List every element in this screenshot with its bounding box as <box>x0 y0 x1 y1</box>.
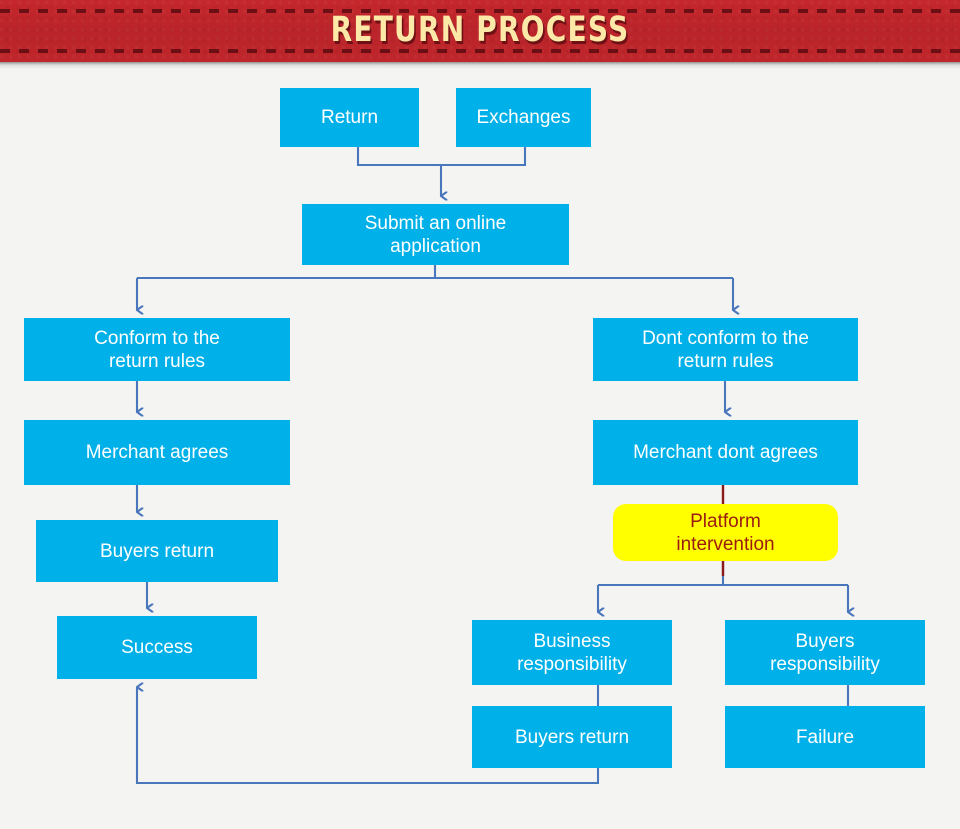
node-buyers-return-left[interactable]: Buyers return <box>36 520 278 582</box>
node-platform-intervention[interactable]: Platform intervention <box>613 504 838 561</box>
edge-return-exchanges-merge <box>356 147 527 167</box>
flowchart-page: RETURN PROCESS Return Exchanges Submit a… <box>0 0 960 829</box>
node-failure[interactable]: Failure <box>725 706 925 768</box>
node-business-responsibility[interactable]: Business responsibility <box>472 620 672 685</box>
node-conform-to-the-return-rules[interactable]: Conform to the return rules <box>24 318 290 381</box>
node-buyers-responsibility[interactable]: Buyers responsibility <box>725 620 925 685</box>
node-merchant-dont-agrees[interactable]: Merchant dont agrees <box>593 420 858 485</box>
edge-submit-split-bar <box>137 265 733 280</box>
node-dont-conform-to-the-return-rules[interactable]: Dont conform to the return rules <box>593 318 858 381</box>
node-return[interactable]: Return <box>280 88 419 147</box>
node-success[interactable]: Success <box>57 616 257 679</box>
flowchart-canvas: Return Exchanges Submit an online applic… <box>0 0 960 829</box>
node-merchant-agrees[interactable]: Merchant agrees <box>24 420 290 485</box>
node-buyers-return-right[interactable]: Buyers return <box>472 706 672 768</box>
node-submit-an-online-application[interactable]: Submit an online application <box>302 204 569 265</box>
node-exchanges[interactable]: Exchanges <box>456 88 591 147</box>
